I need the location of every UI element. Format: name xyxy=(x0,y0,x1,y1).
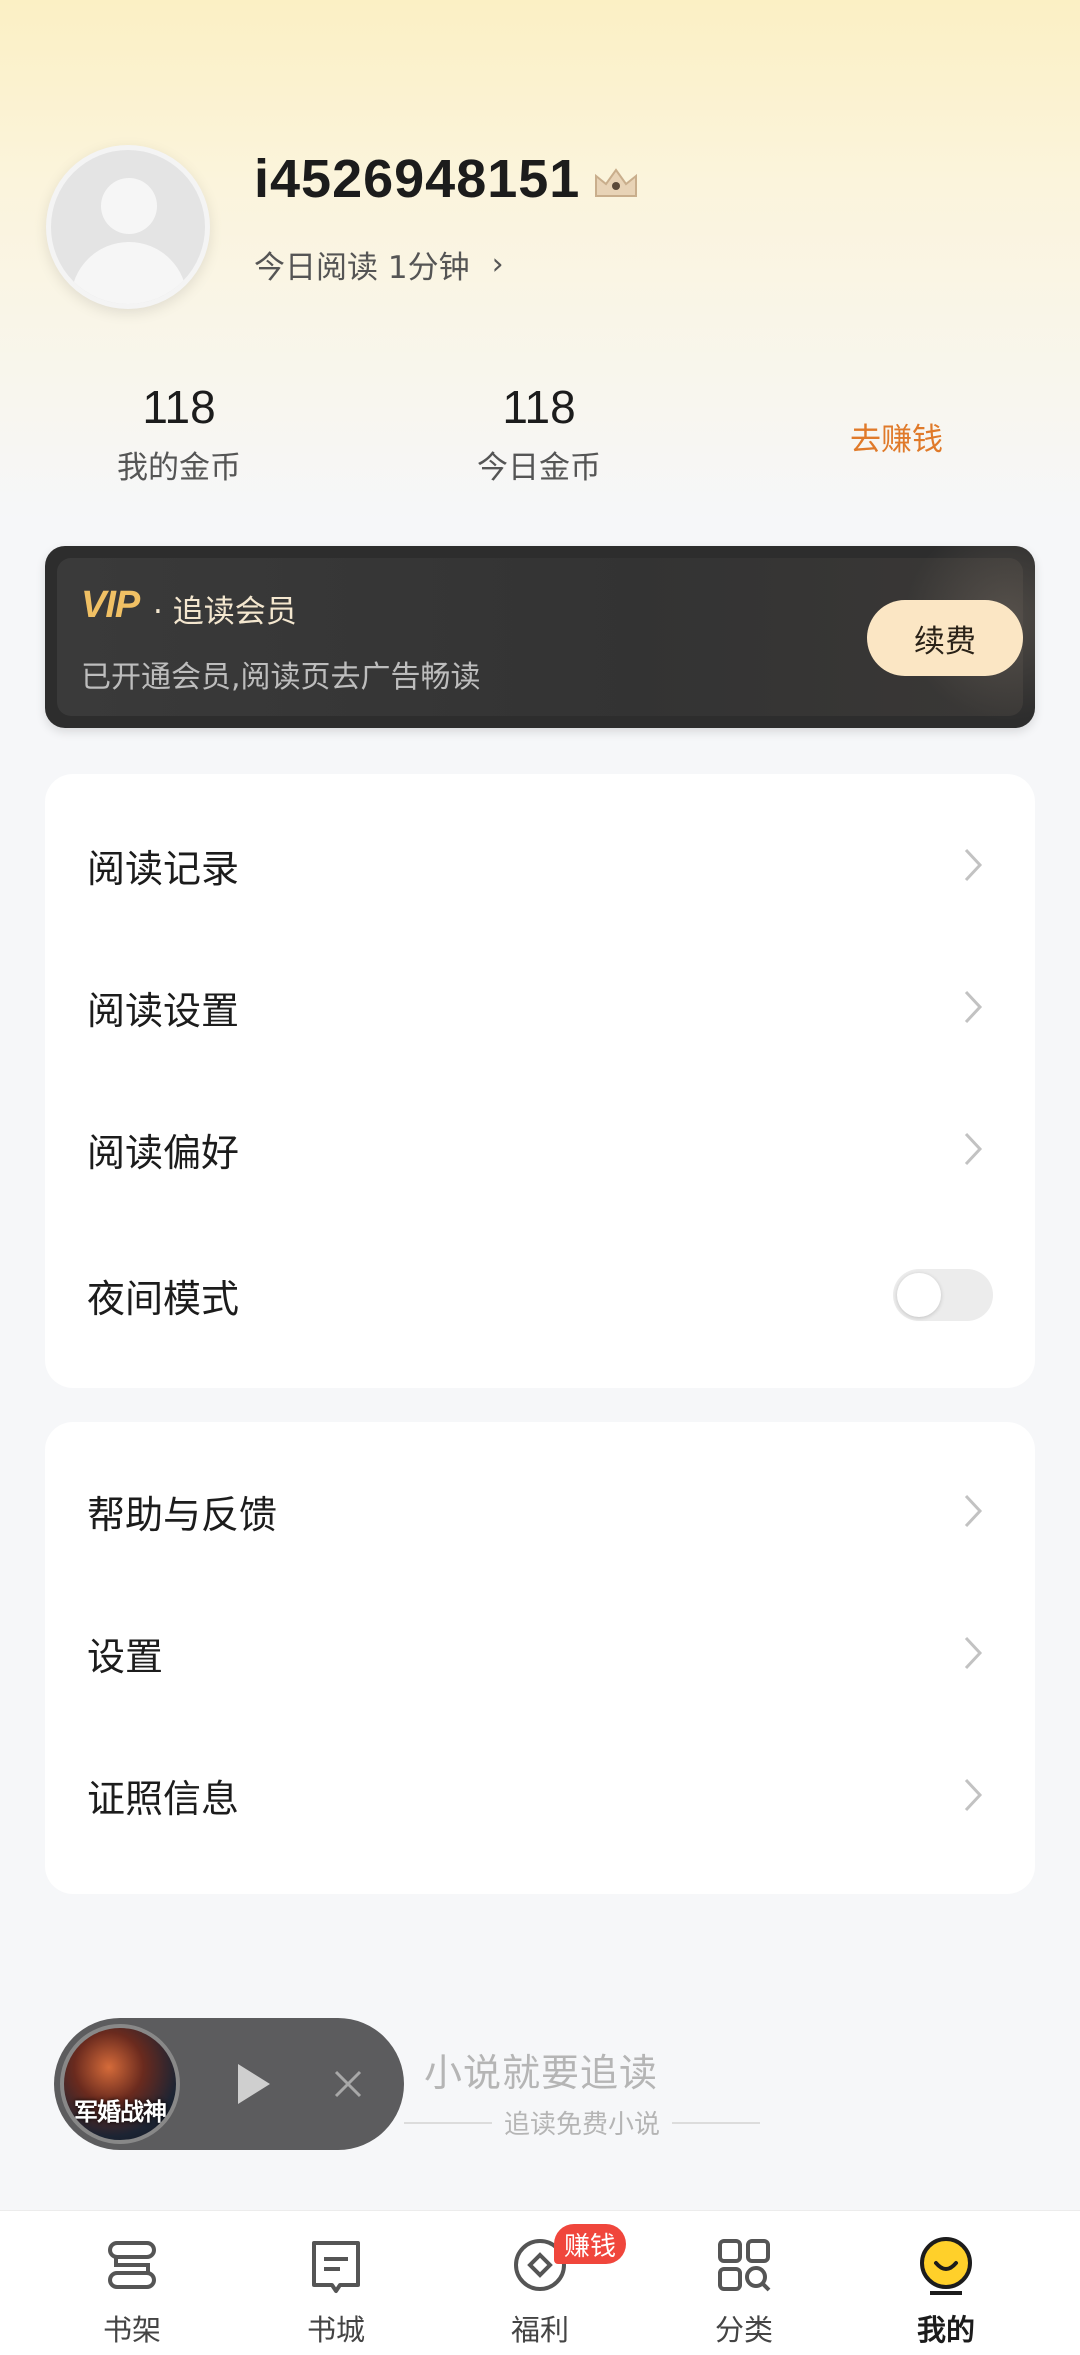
vip-membership-card[interactable]: VIP · 追读会员 已开通会员,阅读页去广告畅读 续费 xyxy=(45,546,1035,728)
menu-item-label: 夜间模式 xyxy=(87,1276,240,1321)
tab-label: 我的 xyxy=(916,2313,975,2347)
avatar[interactable] xyxy=(46,145,210,309)
chevron-right-icon: › xyxy=(491,247,504,282)
earn-badge: 赚钱 xyxy=(554,2224,627,2264)
menu-item-license-info[interactable]: 证照信息 xyxy=(45,1724,1035,1866)
profile-face-icon xyxy=(920,2237,972,2295)
tab-label: 书城 xyxy=(306,2313,365,2347)
vip-logo: VIP xyxy=(81,584,140,626)
tab-bookstore[interactable]: 书城 xyxy=(256,2211,416,2355)
tab-profile[interactable]: 我的 xyxy=(866,2211,1026,2355)
menu-item-label: 设置 xyxy=(87,1634,164,1679)
earn-money-link[interactable]: 去赚钱 xyxy=(850,414,943,459)
vip-title: · 追读会员 xyxy=(153,594,297,630)
chevron-right-icon xyxy=(964,990,983,1024)
vip-subtitle: 已开通会员,阅读页去广告畅读 xyxy=(81,660,481,695)
slogan-subtitle-text: 追读免费小说 xyxy=(504,2110,661,2140)
menu-item-night-mode: 夜间模式 xyxy=(45,1224,1035,1366)
my-coins-label: 我的金币 xyxy=(117,450,241,486)
chevron-right-icon xyxy=(964,1494,983,1528)
reading-menu-card: 阅读记录 阅读设置 阅读偏好 夜间模式 xyxy=(45,774,1035,1388)
tab-bookshelf[interactable]: 书架 xyxy=(52,2211,212,2355)
slogan: 小说就要追读 xyxy=(424,2051,659,2095)
general-menu-card: 帮助与反馈 设置 证照信息 xyxy=(45,1422,1035,1894)
category-icon xyxy=(718,2239,771,2292)
tab-label: 福利 xyxy=(510,2313,569,2347)
bottom-navigation: 书架 书城 福利 分类 我的 xyxy=(0,2210,1080,2355)
menu-item-reading-history[interactable]: 阅读记录 xyxy=(45,794,1035,936)
book-cover[interactable]: 军婚战神 xyxy=(60,2024,180,2144)
crown-icon xyxy=(595,168,637,197)
menu-item-reading-settings[interactable]: 阅读设置 xyxy=(45,936,1035,1078)
menu-item-settings[interactable]: 设置 xyxy=(45,1582,1035,1724)
today-coins-value: 118 xyxy=(502,381,576,433)
bookshelf-icon xyxy=(108,2241,156,2289)
today-read-text: 今日阅读 1分钟 xyxy=(254,250,470,286)
chevron-right-icon xyxy=(964,1778,983,1812)
play-icon[interactable] xyxy=(234,2060,274,2108)
my-coins-value: 118 xyxy=(142,381,216,433)
mini-audio-player[interactable]: 军婚战神 xyxy=(54,2018,404,2150)
username[interactable]: i4526948151 xyxy=(254,148,580,210)
renew-button[interactable]: 续费 xyxy=(867,600,1023,676)
today-read-duration[interactable]: 今日阅读 1分钟 › xyxy=(254,242,504,287)
book-cover-title: 军婚战神 xyxy=(74,2098,167,2126)
chevron-right-icon xyxy=(964,848,983,882)
tab-label: 分类 xyxy=(714,2313,773,2347)
slogan-subtitle: 追读免费小说 xyxy=(392,2104,772,2141)
night-mode-toggle[interactable] xyxy=(893,1269,993,1321)
menu-item-label: 阅读偏好 xyxy=(87,1130,240,1175)
today-coins-stat[interactable]: 118 今日金币 xyxy=(419,380,659,487)
menu-item-help-feedback[interactable]: 帮助与反馈 xyxy=(45,1440,1035,1582)
tab-category[interactable]: 分类 xyxy=(664,2211,824,2355)
menu-item-reading-preference[interactable]: 阅读偏好 xyxy=(45,1078,1035,1220)
menu-item-label: 阅读设置 xyxy=(87,988,240,1033)
book-store-icon xyxy=(312,2241,360,2293)
menu-item-label: 证照信息 xyxy=(87,1776,240,1821)
my-coins-stat[interactable]: 118 我的金币 xyxy=(59,380,299,487)
today-coins-label: 今日金币 xyxy=(477,450,601,486)
chevron-right-icon xyxy=(964,1636,983,1670)
divider xyxy=(672,2121,761,2124)
menu-item-label: 阅读记录 xyxy=(87,846,240,891)
divider xyxy=(404,2121,492,2124)
menu-item-label: 帮助与反馈 xyxy=(87,1492,278,1537)
tab-label: 书架 xyxy=(102,2313,161,2347)
close-icon[interactable] xyxy=(332,2068,364,2100)
chevron-right-icon xyxy=(964,1132,983,1166)
